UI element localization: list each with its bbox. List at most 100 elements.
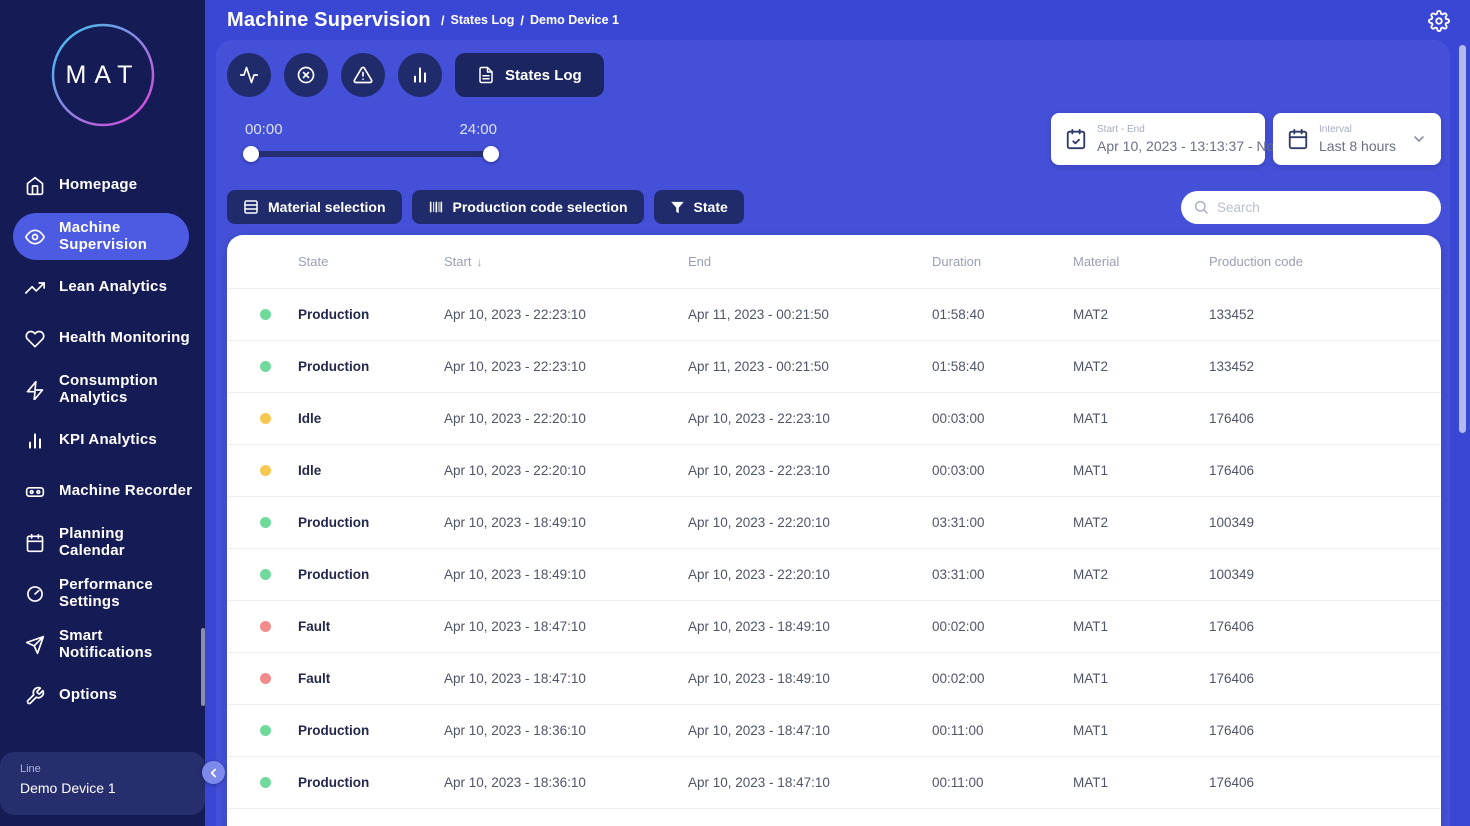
column-start[interactable]: Start↓ <box>444 254 688 269</box>
device-selector[interactable]: Line Demo Device 1 <box>0 752 205 815</box>
table-row[interactable]: Production Apr 10, 2023 - 18:36:10 Apr 1… <box>227 705 1441 757</box>
cell-material: MAT1 <box>1073 671 1209 686</box>
sidebar-item-lean-analytics[interactable]: Lean Analytics <box>13 264 189 311</box>
slider-thumb-end[interactable] <box>483 146 499 162</box>
slider-thumb-start[interactable] <box>243 146 259 162</box>
sidebar-item-performance-settings[interactable]: Performance Settings <box>13 570 189 617</box>
tab-alarms[interactable] <box>341 53 385 97</box>
table-row[interactable]: Production Apr 10, 2023 - 18:36:10 Apr 1… <box>227 757 1441 809</box>
tab-states-log-label: States Log <box>505 67 582 84</box>
cell-end: Apr 10, 2023 - 22:23:10 <box>688 463 932 478</box>
cell-state: Fault <box>298 619 444 634</box>
cell-state: Production <box>298 567 444 582</box>
cell-code: 176406 <box>1209 411 1441 426</box>
page-scrollbar[interactable] <box>1459 45 1466 433</box>
tab-statistics[interactable] <box>398 53 442 97</box>
start-end-value: Apr 10, 2023 - 13:13:37 - Now <box>1097 138 1251 154</box>
start-end-label: Start - End <box>1097 124 1251 135</box>
cell-duration: 01:58:40 <box>932 359 1073 374</box>
sidebar-item-options[interactable]: Options <box>13 672 189 719</box>
interval-picker[interactable]: Interval Last 8 hours <box>1273 113 1441 165</box>
column-material[interactable]: Material <box>1073 254 1209 269</box>
sidebar-item-label: Health Monitoring <box>59 330 190 347</box>
column-end[interactable]: End <box>688 254 932 269</box>
start-end-picker[interactable]: Start - End Apr 10, 2023 - 13:13:37 - No… <box>1051 113 1265 165</box>
table-row[interactable]: Idle Apr 10, 2023 - 22:20:10 Apr 10, 202… <box>227 393 1441 445</box>
table-row[interactable]: Production Apr 10, 2023 - 22:23:10 Apr 1… <box>227 341 1441 393</box>
sidebar-item-machine-supervision[interactable]: Machine Supervision <box>13 213 189 260</box>
sidebar-item-smart-notifications[interactable]: Smart Notifications <box>13 621 189 668</box>
material-selection-label: Material selection <box>268 199 386 215</box>
cell-duration: 00:02:00 <box>932 671 1073 686</box>
breadcrumb-item[interactable]: States Log <box>450 13 514 27</box>
cell-start: Apr 10, 2023 - 18:49:10 <box>444 515 688 530</box>
bar-chart-icon <box>410 65 430 85</box>
cell-material: MAT2 <box>1073 307 1209 322</box>
cell-end: Apr 10, 2023 - 22:23:10 <box>688 411 932 426</box>
table-row[interactable]: Production Apr 10, 2023 - 18:49:10 Apr 1… <box>227 549 1441 601</box>
cell-end: Apr 10, 2023 - 18:47:10 <box>688 775 932 790</box>
table-row[interactable]: Fault Apr 10, 2023 - 18:47:10 Apr 10, 20… <box>227 601 1441 653</box>
rows-icon <box>243 199 259 215</box>
cell-start: Apr 10, 2023 - 22:20:10 <box>444 463 688 478</box>
sidebar-item-homepage[interactable]: Homepage <box>13 162 189 209</box>
content-panel: States Log 00:00 24:00 <box>216 40 1450 826</box>
chevron-down-icon <box>1411 131 1427 147</box>
send-icon <box>25 635 45 655</box>
settings-button[interactable] <box>1428 9 1452 33</box>
material-selection-button[interactable]: Material selection <box>227 190 402 224</box>
cell-state: Production <box>298 515 444 530</box>
table-row[interactable]: Production Apr 10, 2023 - 22:23:10 Apr 1… <box>227 289 1441 341</box>
cell-start: Apr 10, 2023 - 18:49:10 <box>444 567 688 582</box>
breadcrumb: / States Log / Demo Device 1 <box>441 13 619 28</box>
breadcrumb-item[interactable]: Demo Device 1 <box>530 13 619 27</box>
slider-track[interactable] <box>245 151 497 157</box>
column-duration[interactable]: Duration <box>932 254 1073 269</box>
device-selector-value: Demo Device 1 <box>20 780 185 796</box>
column-production-code[interactable]: Production code <box>1209 254 1441 269</box>
state-status-dot <box>260 361 271 372</box>
cell-start: Apr 10, 2023 - 18:36:10 <box>444 723 688 738</box>
cell-code: 133452 <box>1209 359 1441 374</box>
gear-icon <box>1428 10 1452 32</box>
page-title: Machine Supervision <box>227 9 431 32</box>
column-state[interactable]: State <box>298 254 444 269</box>
table-row[interactable]: Fault Apr 10, 2023 - 18:47:10 Apr 10, 20… <box>227 653 1441 705</box>
sidebar-item-machine-recorder[interactable]: Machine Recorder <box>13 468 189 515</box>
sidebar-item-health-monitoring[interactable]: Health Monitoring <box>13 315 189 362</box>
state-status-dot <box>260 517 271 528</box>
cell-material: MAT1 <box>1073 775 1209 790</box>
sidebar-item-label: KPI Analytics <box>59 432 157 449</box>
chevron-left-icon <box>207 766 221 780</box>
calendar-icon <box>1287 128 1309 150</box>
table-row[interactable]: Idle Apr 10, 2023 - 22:20:10 Apr 10, 202… <box>227 445 1441 497</box>
cell-end: Apr 10, 2023 - 22:20:10 <box>688 515 932 530</box>
cell-material: MAT2 <box>1073 359 1209 374</box>
tab-states-log[interactable]: States Log <box>455 53 604 97</box>
collapse-sidebar-button[interactable] <box>202 761 225 784</box>
table-row[interactable]: Production Apr 10, 2023 - 18:49:10 Apr 1… <box>227 497 1441 549</box>
recorder-icon <box>25 482 45 502</box>
sidebar-item-planning-calendar[interactable]: Planning Calendar <box>13 519 189 566</box>
tab-line-chart[interactable] <box>227 53 271 97</box>
sidebar-item-consumption-analytics[interactable]: Consumption Analytics <box>13 366 189 413</box>
cell-end: Apr 11, 2023 - 00:21:50 <box>688 307 932 322</box>
sidebar-item-label: Machine Supervision <box>59 220 155 254</box>
cell-code: 133452 <box>1209 307 1441 322</box>
slider-end-label: 24:00 <box>459 121 497 138</box>
sidebar-scrollbar[interactable] <box>201 628 205 706</box>
state-status-dot <box>260 465 271 476</box>
cell-material: MAT1 <box>1073 723 1209 738</box>
production-code-selection-button[interactable]: Production code selection <box>412 190 644 224</box>
cell-state: Production <box>298 723 444 738</box>
production-code-selection-label: Production code selection <box>453 199 628 215</box>
app-logo: MAT <box>0 0 205 128</box>
cell-duration: 03:31:00 <box>932 567 1073 582</box>
search-input[interactable] <box>1217 200 1429 215</box>
sidebar-item-kpi-analytics[interactable]: KPI Analytics <box>13 417 189 464</box>
table-header-row: State Start↓ End Duration Material Produ… <box>227 235 1441 289</box>
state-filter-button[interactable]: State <box>654 190 744 224</box>
tab-stops[interactable] <box>284 53 328 97</box>
sidebar-item-label: Lean Analytics <box>59 279 167 296</box>
wrench-icon <box>25 686 45 706</box>
